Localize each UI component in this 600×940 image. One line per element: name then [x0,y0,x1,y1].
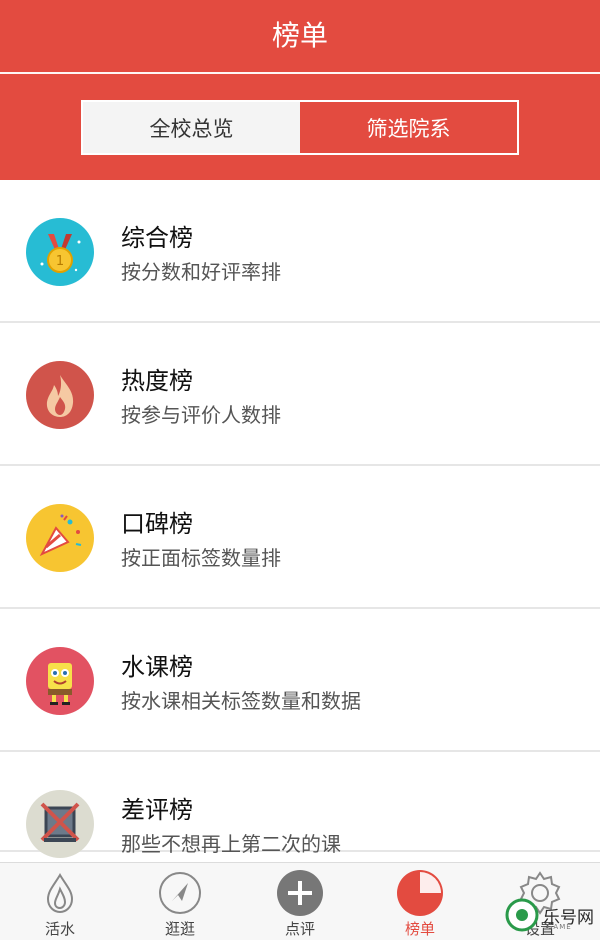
compass-icon [159,872,201,914]
list-item-subtitle: 按参与评价人数排 [121,403,281,427]
tab-label: 榜单 [404,920,435,938]
page-title: 榜单 [271,19,328,52]
medal-icon: 1 [26,218,94,286]
list-item-subtitle: 按分数和好评率排 [121,260,281,284]
party-popper-icon [26,504,94,572]
list-item-title: 综合榜 [121,224,193,252]
tab-huoshui[interactable]: 活水 [0,863,120,940]
list-item-popularity[interactable]: 热度榜 按参与评价人数排 [0,323,600,466]
tab-dianping[interactable]: 点评 [240,863,360,940]
tab-bangdan[interactable]: 榜单 [360,863,480,940]
ranking-list: 1 综合榜 按分数和好评率排 热度榜 按参与评价人数排 口碑榜 按正面标签数量排… [0,180,600,858]
sponge-character-icon [26,647,94,715]
list-item-subtitle: 那些不想再上第二次的课 [121,832,341,856]
svg-text:1: 1 [56,254,64,269]
site-watermark: 乐号网 GAME [505,893,597,937]
list-item-comprehensive[interactable]: 1 综合榜 按分数和好评率排 [0,180,600,323]
tab-label: 点评 [284,920,315,938]
header-divider [0,72,600,74]
list-item-subtitle: 按水课相关标签数量和数据 [121,689,361,713]
tab-label: 活水 [44,920,75,938]
list-item-title: 热度榜 [121,367,193,395]
pie-chart-icon [397,870,443,916]
tab-filter-department[interactable]: 筛选院系 [300,102,517,153]
list-item-title: 口碑榜 [121,510,193,538]
drop-icon [46,873,74,914]
list-item-negative[interactable]: 差评榜 那些不想再上第二次的课 [0,752,600,858]
top-header: 榜单 全校总览 筛选院系 [0,0,600,180]
list-item-title: 水课榜 [121,653,193,681]
tab-guangguang[interactable]: 逛逛 [120,863,240,940]
list-item-subtitle: 按正面标签数量排 [121,546,281,570]
flame-icon [26,361,94,429]
tab-school-overview[interactable]: 全校总览 [83,102,300,153]
tab-label: 逛逛 [164,920,195,938]
watermark-subtext: GAME [547,923,572,931]
plus-icon [277,870,323,916]
list-item-reputation[interactable]: 口碑榜 按正面标签数量排 [0,466,600,609]
scope-segmented-control: 全校总览 筛选院系 [81,100,519,155]
list-item-title: 差评榜 [121,796,193,824]
list-item-easy-course[interactable]: 水课榜 按水课相关标签数量和数据 [0,609,600,752]
watermark-logo-icon [505,898,539,932]
crossed-box-icon [26,790,94,858]
